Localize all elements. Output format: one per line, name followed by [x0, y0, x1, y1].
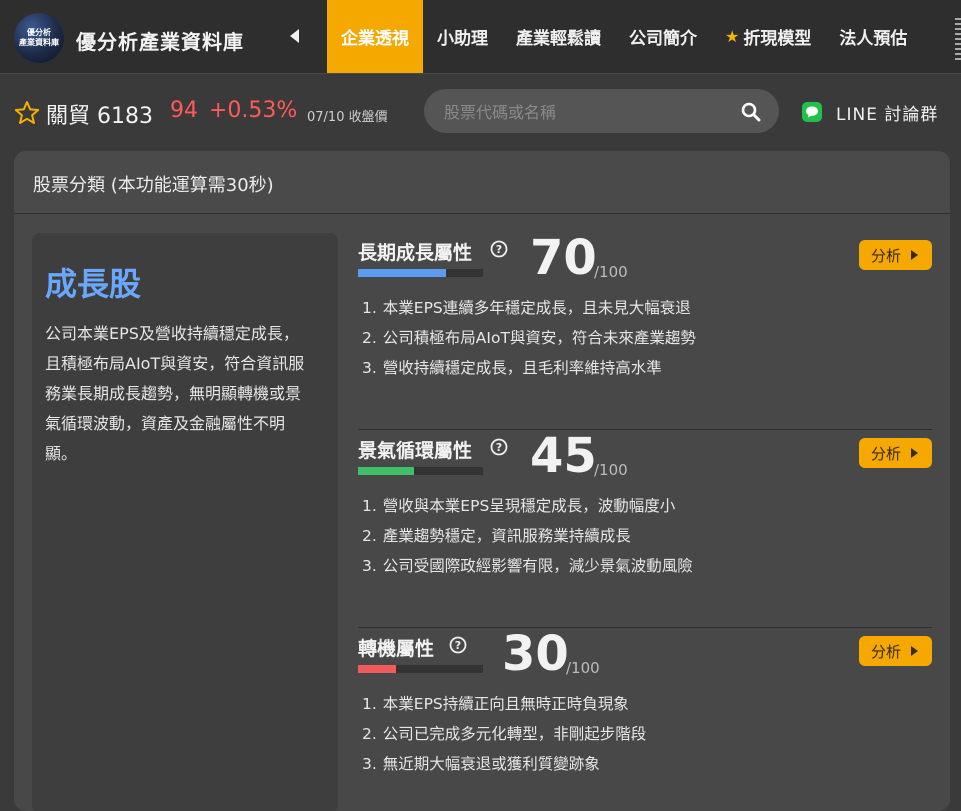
tab-assistant[interactable]: 小助理: [423, 0, 502, 73]
score-bar-fill: [358, 665, 396, 673]
tab-label: 小助理: [437, 29, 488, 49]
closing-date-label: 07/10 收盤價: [307, 110, 388, 125]
caret-left-icon[interactable]: [287, 26, 303, 46]
stock-price: 94: [170, 98, 198, 123]
reason-item: 2. 產業趨勢穩定，資訊服務業持續成長: [362, 527, 631, 545]
help-circle-icon[interactable]: ?: [449, 636, 467, 654]
score-bar-track: [358, 665, 483, 673]
analyze-button[interactable]: 分析: [859, 636, 932, 666]
attribute-score: 45: [530, 428, 597, 484]
play-triangle-icon: [911, 250, 919, 260]
score-bar-track: [358, 269, 483, 277]
tab-label: 企業透視: [341, 29, 409, 49]
attribute-name: 轉機屬性: [358, 638, 435, 660]
analyze-button-label: 分析: [871, 246, 902, 265]
reason-item: 1. 本業EPS持續正向且無時正時負現象: [362, 695, 629, 713]
svg-text:?: ?: [496, 243, 502, 256]
stock-info-bar: 關貿 6183 94 +0.53% 07/10 收盤價 LINE 討論群: [0, 74, 961, 150]
attribute-score: 70: [530, 230, 597, 286]
reason-item: 3. 公司受國際政經影響有限，減少景氣波動風險: [362, 557, 693, 575]
logo-text-line2: 產業資料庫: [19, 38, 59, 47]
reason-item: 2. 公司已完成多元化轉型，非剛起步階段: [362, 725, 647, 743]
tab-institutional-forecast[interactable]: 法人預估: [825, 0, 921, 73]
svg-text:?: ?: [455, 639, 461, 652]
score-bar-fill: [358, 467, 415, 475]
analyze-button[interactable]: 分析: [859, 438, 932, 468]
analyze-button[interactable]: 分析: [859, 240, 932, 270]
search-icon[interactable]: [741, 102, 761, 122]
stock-type-label: 成長股: [45, 265, 142, 303]
play-triangle-icon: [911, 448, 919, 458]
analyze-button-label: 分析: [871, 642, 902, 661]
stock-classification-card: 股票分類 (本功能運算需30秒) 成長股 公司本業EPS及營收持續穩定成長，且積…: [14, 151, 950, 811]
line-group-link[interactable]: LINE 討論群: [802, 98, 938, 126]
stock-search-box: [424, 89, 779, 135]
help-circle-icon[interactable]: ?: [490, 438, 508, 456]
stock-name-code: 關貿 6183: [46, 104, 153, 129]
scroll-edge-indicator: [955, 18, 961, 62]
reason-item: 2. 公司積極布局AIoT與資安，符合未來產業趨勢: [362, 329, 696, 347]
reason-list: 1. 營收與本業EPS呈現穩定成長，波動幅度小 2. 產業趨勢穩定，資訊服務業持續成…: [362, 491, 693, 581]
line-group-label: LINE 討論群: [836, 104, 939, 125]
card-header: 股票分類 (本功能運算需30秒): [14, 151, 950, 214]
score-bar-track: [358, 467, 483, 475]
top-navbar: 優分析 產業資料庫 優分析產業資料庫 企業透視 小助理 產業輕鬆讀 公司簡介 ★…: [0, 0, 961, 74]
reason-item: 1. 本業EPS連續多年穩定成長，且未見大幅衰退: [362, 299, 691, 317]
play-triangle-icon: [911, 646, 919, 656]
attribute-name: 景氣循環屬性: [358, 440, 473, 462]
star-icon: ★: [725, 27, 740, 46]
attribute-score: 30: [502, 626, 569, 682]
site-logo[interactable]: 優分析 產業資料庫: [14, 13, 64, 63]
reason-list: 1. 本業EPS持續正向且無時正時負現象 2. 公司已完成多元化轉型，非剛起步階段 …: [362, 689, 646, 779]
tab-company-profile[interactable]: 公司簡介: [615, 0, 711, 73]
help-circle-icon[interactable]: ?: [490, 240, 508, 258]
score-max: /100: [566, 659, 600, 677]
favorite-star-icon[interactable]: [14, 100, 40, 126]
tab-label: 公司簡介: [629, 29, 697, 49]
attribute-long-term-growth: 長期成長屬性 ? 70 /100 分析 1. 本業EPS連續多年穩定成長，且未見大…: [358, 233, 932, 430]
card-title: 股票分類 (本功能運算需30秒): [33, 175, 274, 196]
score-max: /100: [594, 263, 628, 281]
line-chat-icon: [802, 102, 822, 122]
reason-list: 1. 本業EPS連續多年穩定成長，且未見大幅衰退 2. 公司積極布局AIoT與資安，…: [362, 293, 696, 383]
reason-item: 3. 營收持續穩定成長，且毛利率維持高水準: [362, 359, 662, 377]
score-max: /100: [594, 461, 628, 479]
reason-item: 3. 無近期大幅衰退或獲利質變跡象: [362, 755, 600, 773]
tab-enterprise-insight[interactable]: 企業透視: [327, 0, 423, 73]
score-bar-fill: [358, 269, 446, 277]
search-input[interactable]: [442, 89, 736, 135]
tab-label: 產業輕鬆讀: [516, 29, 601, 49]
site-title[interactable]: 優分析產業資料庫: [76, 26, 244, 55]
logo-text-line1: 優分析: [27, 28, 51, 37]
tab-dcf-model[interactable]: ★ 折現模型: [711, 0, 825, 73]
main-nav-tabs: 企業透視 小助理 產業輕鬆讀 公司簡介 ★ 折現模型 法人預估: [327, 0, 921, 73]
stock-type-description: 公司本業EPS及營收持續穩定成長，且積極布局AIoT與資安，符合資訊服務業長期成…: [45, 324, 305, 463]
attribute-name: 長期成長屬性: [358, 242, 473, 264]
reason-item: 1. 營收與本業EPS呈現穩定成長，波動幅度小: [362, 497, 676, 515]
stock-change-percent: +0.53%: [209, 98, 298, 123]
tab-industry-reading[interactable]: 產業輕鬆讀: [502, 0, 615, 73]
svg-text:?: ?: [496, 441, 502, 454]
analyze-button-label: 分析: [871, 444, 902, 463]
tab-label: 法人預估: [839, 29, 908, 49]
tab-label: 折現模型: [743, 29, 812, 49]
attribute-turnaround: 轉機屬性 ? 30 /100 分析 1. 本業EPS持續正向且無時正時負現象 2.…: [358, 629, 932, 811]
classification-summary-panel: 成長股 公司本業EPS及營收持續穩定成長，且積極布局AIoT與資安，符合資訊服務…: [32, 233, 338, 811]
attribute-cyclical: 景氣循環屬性 ? 45 /100 分析 1. 營收與本業EPS呈現穩定成長，波動幅…: [358, 431, 932, 628]
